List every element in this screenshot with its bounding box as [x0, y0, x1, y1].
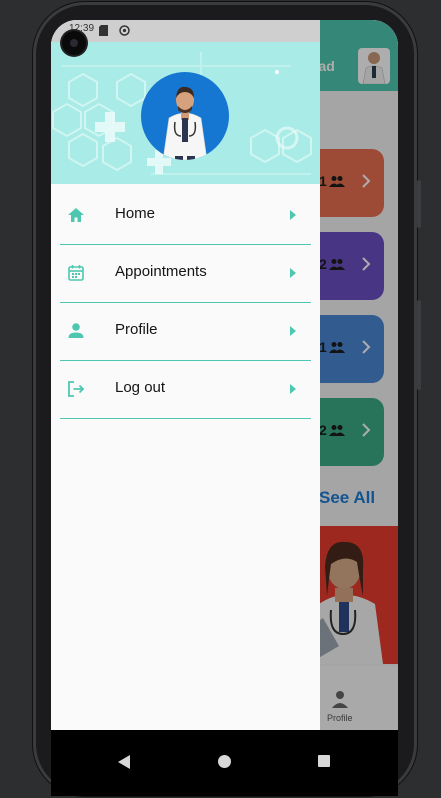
sync-icon	[119, 25, 130, 36]
calendar-icon	[68, 265, 84, 281]
drawer-item-label: Appointments	[115, 263, 207, 280]
front-camera	[62, 31, 86, 55]
status-bar: 12:39	[51, 20, 320, 42]
home-circle-icon[interactable]	[217, 754, 232, 769]
volume-button	[417, 300, 421, 390]
back-icon[interactable]	[117, 754, 131, 770]
person-icon	[68, 323, 84, 338]
arrow-right-icon	[290, 210, 296, 220]
home-icon	[68, 208, 84, 222]
drawer-item-profile[interactable]: Profile	[60, 303, 311, 361]
arrow-right-icon	[290, 384, 296, 394]
drawer-item-logout[interactable]: Log out	[60, 361, 311, 419]
logout-icon	[68, 381, 85, 397]
drawer-item-label: Log out	[115, 379, 166, 396]
screen: mad 1 2 1 2 See All Profile 12:39 Home A…	[51, 20, 398, 796]
arrow-right-icon	[290, 268, 296, 278]
drawer-item-label: Profile	[115, 321, 158, 338]
arrow-right-icon	[290, 326, 296, 336]
drawer-header	[51, 42, 320, 184]
sd-card-icon	[99, 25, 108, 36]
drawer-item-home[interactable]: Home	[60, 187, 311, 245]
navigation-drawer: 12:39 Home Appointments Profile Log out	[51, 20, 320, 730]
power-button	[417, 180, 421, 228]
recents-icon[interactable]	[317, 754, 331, 768]
drawer-item-appointments[interactable]: Appointments	[60, 245, 311, 303]
doctor-avatar[interactable]	[141, 72, 229, 160]
system-nav-bar	[51, 730, 398, 796]
drawer-item-label: Home	[115, 205, 156, 222]
